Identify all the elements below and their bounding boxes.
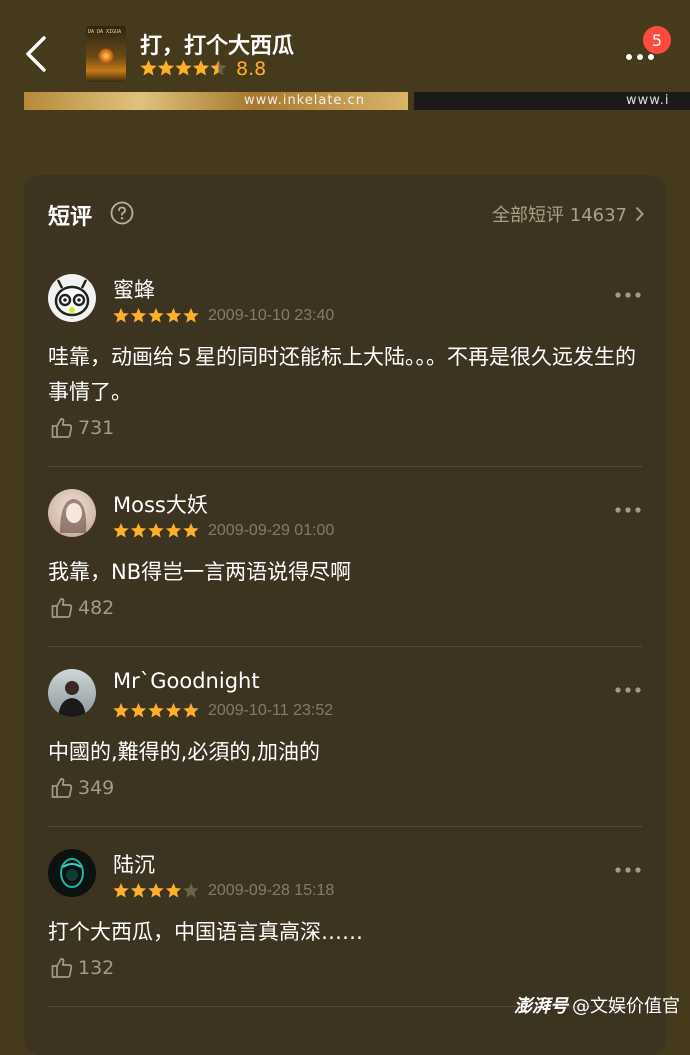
review-text: 哇靠，动画给５星的同时还能标上大陆。。。不再是很久远发生的事情了。 <box>48 345 636 404</box>
still-image-left[interactable]: www.inkelate.cn <box>24 92 408 110</box>
rating-score: 8.8 <box>236 58 267 80</box>
help-icon[interactable] <box>110 201 134 225</box>
all-reviews-label: 全部短评 14637 <box>492 205 627 226</box>
star-fill <box>192 60 210 76</box>
more-icon[interactable] <box>614 865 642 875</box>
person-avatar-icon <box>58 681 86 717</box>
thumbs-up-icon <box>51 418 73 438</box>
like-count: 731 <box>78 417 115 439</box>
star-fill <box>148 523 164 538</box>
star-fill <box>165 308 182 323</box>
like-count: 482 <box>78 597 115 619</box>
still-image-right[interactable]: www.i <box>414 92 690 110</box>
like-count: 132 <box>78 957 115 979</box>
star-fill <box>113 308 129 323</box>
person-avatar-icon <box>60 858 84 888</box>
rating-stars <box>113 703 199 718</box>
like-button[interactable]: 349 <box>50 776 114 800</box>
review-text: 我靠，NB得岂一言两语说得尽啊 <box>48 560 352 584</box>
source-logo: 澎湃号 <box>514 996 568 1017</box>
star-fill <box>113 883 129 898</box>
avatar[interactable] <box>48 669 96 717</box>
all-reviews-link[interactable]: 全部短评 14637 <box>492 201 644 227</box>
star-fill <box>148 308 164 323</box>
star-fill <box>113 523 129 538</box>
notification-badge: 5 <box>643 26 671 54</box>
star-fill <box>175 60 192 76</box>
star-fill <box>130 703 147 718</box>
source-account: @文娱价值官 <box>572 996 680 1017</box>
star-fill <box>140 60 157 76</box>
person-avatar-icon <box>60 499 87 533</box>
star-fill <box>183 703 199 718</box>
review-text: 打个大西瓜，中国语言真高深…… <box>48 920 363 944</box>
review-date: 2009-10-10 23:40 <box>208 307 335 324</box>
star-fill <box>183 308 199 323</box>
review-date: 2009-10-11 23:52 <box>208 702 334 719</box>
back-icon[interactable] <box>20 32 54 76</box>
rating-stars <box>113 883 199 898</box>
star-fill <box>130 308 147 323</box>
like-button[interactable]: 731 <box>50 416 114 440</box>
reviewer-name[interactable]: Moss大妖 <box>113 489 208 519</box>
bee-avatar-icon <box>54 279 90 317</box>
star-fill <box>148 883 164 898</box>
star-icon <box>183 883 199 898</box>
review-date: 2009-09-28 15:18 <box>208 882 335 899</box>
movie-rating: 8.8 <box>140 58 266 80</box>
reviewer-name[interactable]: 陆沉 <box>113 849 155 879</box>
more-icon[interactable] <box>614 290 642 300</box>
more-icon[interactable] <box>614 505 642 515</box>
star-fill <box>165 883 182 898</box>
thumbs-up-icon <box>51 598 73 618</box>
avatar[interactable] <box>48 489 96 537</box>
reviewer-name[interactable]: 蜜蜂 <box>113 274 155 304</box>
watermark-right: www.i <box>626 93 670 108</box>
thumbs-up-icon <box>51 958 73 978</box>
avatar[interactable] <box>48 849 96 897</box>
more-icon[interactable] <box>614 685 642 695</box>
movie-poster[interactable]: DA DA XIGUA <box>86 26 126 82</box>
review-text: 中國的,難得的,必須的,加油的 <box>48 740 321 764</box>
like-button[interactable]: 132 <box>50 956 114 980</box>
like-button[interactable]: 482 <box>50 596 114 620</box>
watermark-left: www.inkelate.cn <box>244 93 365 108</box>
top-bar: DA DA XIGUA 打，打个大西瓜 8.8 5 <box>0 0 690 92</box>
rating-stars <box>113 523 199 538</box>
star-fill <box>148 703 164 718</box>
star-fill <box>165 703 182 718</box>
star-fill <box>130 523 147 538</box>
thumbs-up-icon <box>51 778 73 798</box>
divider <box>48 466 642 467</box>
star-fill <box>183 523 199 538</box>
star-fill <box>113 703 129 718</box>
avatar[interactable] <box>48 274 96 322</box>
reviewer-name[interactable]: Mr`Goodnight <box>113 669 260 693</box>
star-fill <box>130 883 147 898</box>
divider <box>48 646 642 647</box>
rating-stars <box>140 60 227 76</box>
chevron-right-icon <box>635 206 644 222</box>
star-fill <box>165 523 182 538</box>
section-title: 短评 <box>48 205 93 230</box>
star-fill <box>157 60 175 76</box>
short-reviews-card: 短评 全部短评 14637 蜜蜂 2009-10-10 23:40 哇靠，动画给… <box>24 175 666 1055</box>
movie-title: 打，打个大西瓜 <box>140 34 295 59</box>
rating-stars <box>113 308 199 323</box>
like-count: 349 <box>78 777 115 799</box>
divider <box>48 826 642 827</box>
review-date: 2009-09-29 01:00 <box>208 522 335 539</box>
source-watermark: 澎湃号 @文娱价值官 <box>514 992 680 1018</box>
